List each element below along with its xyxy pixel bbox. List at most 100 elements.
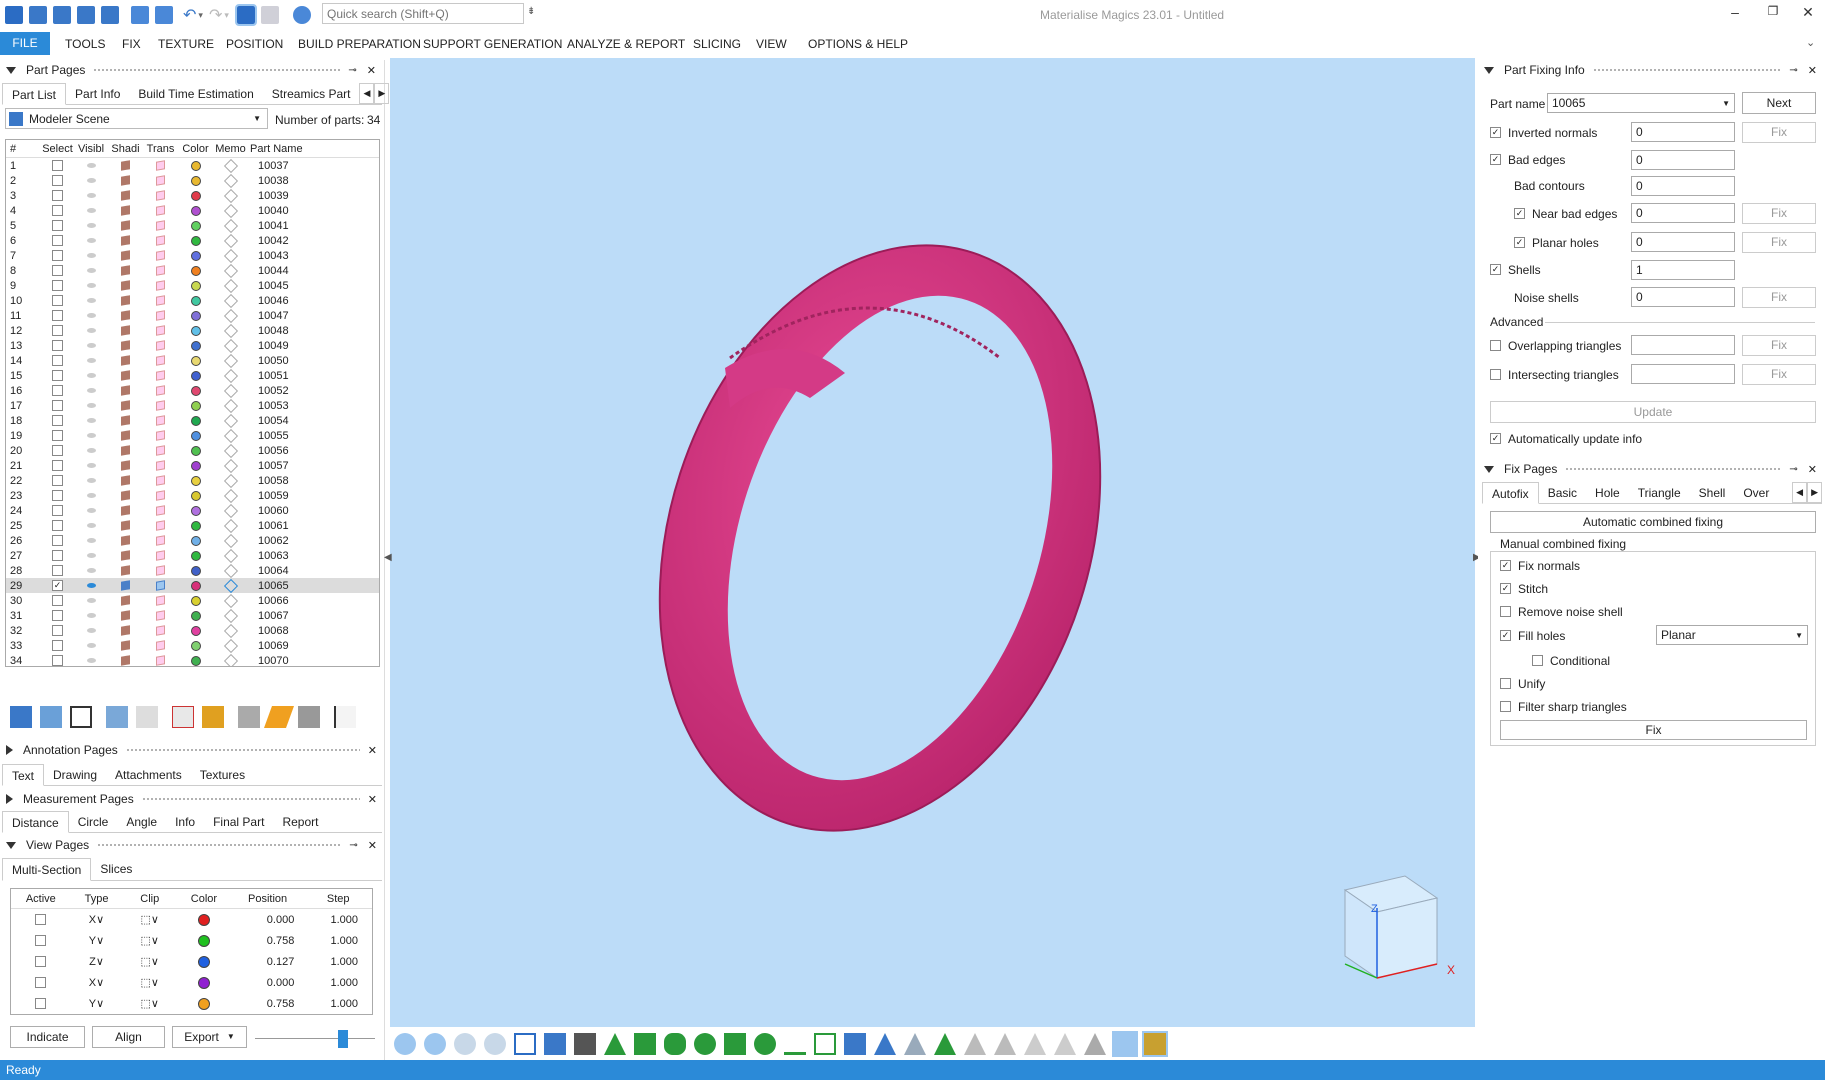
part-color-swatch[interactable] <box>190 370 201 381</box>
clip-icon[interactable]: ⬚∨ <box>122 997 177 1010</box>
part-color-swatch[interactable] <box>190 235 201 246</box>
section-step[interactable]: 1.000 <box>304 935 372 947</box>
menu-support-generation[interactable]: SUPPORT GENERATION <box>423 37 562 51</box>
table-row[interactable]: 5 10041 <box>6 218 379 233</box>
tab-info[interactable]: Info <box>166 811 204 832</box>
shaded-cube-icon[interactable] <box>121 295 130 306</box>
transparent-cube-icon[interactable] <box>156 325 165 336</box>
import-part-icon[interactable] <box>131 6 149 24</box>
select-checkbox[interactable] <box>52 265 63 276</box>
select-checkbox[interactable] <box>52 340 63 351</box>
transparent-cube-icon[interactable] <box>156 460 165 471</box>
table-row[interactable]: 16 10052 <box>6 383 379 398</box>
save-icon[interactable] <box>77 6 95 24</box>
active-checkbox[interactable] <box>35 935 47 946</box>
transparent-cube-icon[interactable] <box>156 565 165 576</box>
select-checkbox[interactable] <box>52 160 63 171</box>
visible-eye-icon[interactable] <box>86 598 96 603</box>
visible-eye-icon[interactable] <box>86 193 96 198</box>
select-checkbox[interactable] <box>52 640 63 651</box>
visible-eye-icon[interactable] <box>86 283 96 288</box>
part-color-swatch[interactable] <box>190 655 201 666</box>
part-color-swatch[interactable] <box>190 460 201 471</box>
tab-overlap[interactable]: Overla <box>1734 482 1770 503</box>
table-row[interactable]: 29 ✓ 10065 <box>6 578 379 593</box>
select-checkbox[interactable] <box>52 175 63 186</box>
menu-view[interactable]: VIEW <box>756 37 787 51</box>
memo-icon[interactable] <box>223 578 238 593</box>
shells-checkbox[interactable]: ✓ <box>1490 264 1501 275</box>
shaded-cube-icon[interactable] <box>121 505 130 516</box>
section-step[interactable]: 1.000 <box>304 998 372 1010</box>
memo-icon[interactable] <box>223 428 238 443</box>
active-checkbox[interactable] <box>35 998 47 1009</box>
transparent-cube-icon[interactable] <box>156 355 165 366</box>
collapse-icon[interactable] <box>6 841 16 849</box>
select-checkbox[interactable] <box>52 625 63 636</box>
section-row[interactable]: Y∨ ⬚∨ 0.758 1.000 <box>11 993 372 1014</box>
open-file-icon[interactable] <box>53 6 71 24</box>
magics-logo-icon[interactable] <box>5 6 23 24</box>
visible-eye-icon[interactable] <box>86 553 96 558</box>
zoom-window-icon[interactable] <box>424 1033 446 1055</box>
shaded-cube-icon[interactable] <box>121 520 130 531</box>
part-color-swatch[interactable] <box>190 340 201 351</box>
table-row[interactable]: 33 10069 <box>6 638 379 653</box>
transparent-cube-icon[interactable] <box>156 235 165 246</box>
table-row[interactable]: 32 10068 <box>6 623 379 638</box>
memo-icon[interactable] <box>223 203 238 218</box>
close-panel-icon[interactable]: ✕ <box>368 793 377 806</box>
menu-build-preparation[interactable]: BUILD PREPARATION <box>298 37 421 51</box>
table-row[interactable]: 18 10054 <box>6 413 379 428</box>
pin-icon[interactable]: ⊸ <box>1789 464 1797 475</box>
tab-multi-section[interactable]: Multi-Section <box>2 858 92 881</box>
visible-eye-icon[interactable] <box>86 658 96 663</box>
memo-icon[interactable] <box>223 353 238 368</box>
transparent-cube-icon[interactable] <box>156 370 165 381</box>
visible-eye-icon[interactable] <box>86 538 96 543</box>
shaded-cube-icon[interactable] <box>121 655 130 666</box>
tab-attachments[interactable]: Attachments <box>106 764 191 785</box>
mark-plane-icon[interactable] <box>634 1033 656 1055</box>
undo-dropdown-icon[interactable]: ▾ <box>198 10 203 21</box>
visible-eye-icon[interactable] <box>86 643 96 648</box>
section-color-swatch[interactable] <box>197 976 210 989</box>
expand-icon[interactable] <box>6 794 13 804</box>
mark-surface-icon[interactable] <box>664 1033 686 1055</box>
section-type[interactable]: X∨ <box>71 913 123 926</box>
part-color-swatch[interactable] <box>190 505 201 516</box>
memo-icon[interactable] <box>223 368 238 383</box>
visible-eye-icon[interactable] <box>86 523 96 528</box>
section-step[interactable]: 1.000 <box>304 977 372 989</box>
memo-icon[interactable] <box>223 263 238 278</box>
undo-icon[interactable]: ↶ <box>183 5 196 25</box>
col-transparent[interactable]: Trans <box>143 143 178 155</box>
section-position[interactable]: 0.000 <box>231 914 305 926</box>
visible-eye-icon[interactable] <box>86 238 96 243</box>
part-color-swatch[interactable] <box>190 190 201 201</box>
visible-eye-icon[interactable] <box>86 583 96 588</box>
select-checkbox[interactable] <box>52 205 63 216</box>
memo-icon[interactable] <box>223 443 238 458</box>
menu-tools[interactable]: TOOLS <box>65 37 105 51</box>
select-checkbox[interactable] <box>52 355 63 366</box>
shaded-cube-icon[interactable] <box>121 265 130 276</box>
part-color-swatch[interactable] <box>190 220 201 231</box>
select-checkbox[interactable] <box>52 655 63 666</box>
restore-icon[interactable]: ❐ <box>1760 4 1786 24</box>
memo-icon[interactable] <box>223 458 238 473</box>
triangle-mode-icon[interactable] <box>874 1033 896 1055</box>
transparent-cube-icon[interactable] <box>156 580 165 591</box>
section-type[interactable]: Y∨ <box>71 997 123 1010</box>
memo-icon[interactable] <box>223 623 238 638</box>
collapse-icon[interactable] <box>6 66 16 74</box>
part-properties-icon[interactable] <box>298 706 320 728</box>
table-row[interactable]: 4 10040 <box>6 203 379 218</box>
shaded-cube-icon[interactable] <box>121 475 130 486</box>
transparent-cube-icon[interactable] <box>156 280 165 291</box>
menu-position[interactable]: POSITION <box>226 37 283 51</box>
transparent-cube-icon[interactable] <box>156 535 165 546</box>
close-panel-icon[interactable]: ✕ <box>367 64 376 77</box>
planar-holes-checkbox[interactable]: ✓ <box>1514 237 1525 248</box>
tab-scroll-right-icon[interactable]: ▶ <box>1807 482 1822 503</box>
